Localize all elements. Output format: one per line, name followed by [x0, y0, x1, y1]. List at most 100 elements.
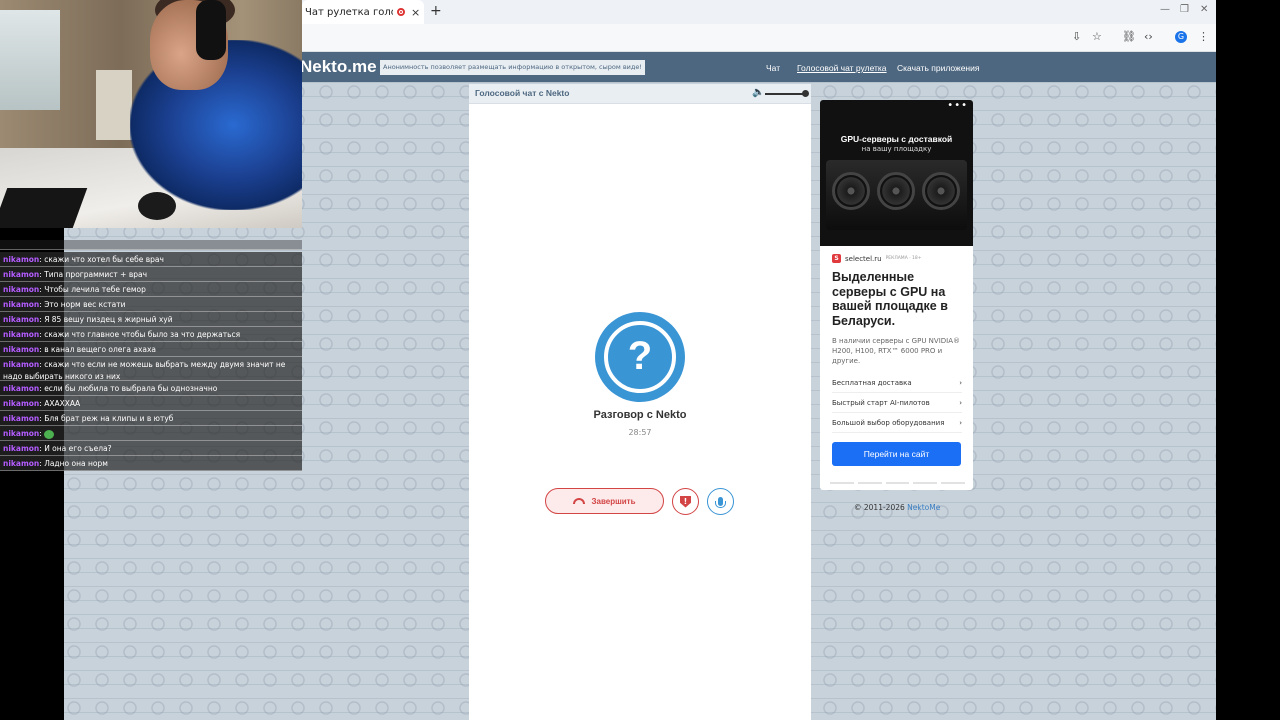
conversation-title: Разговор с Nekto: [593, 409, 687, 421]
shield-icon: !: [680, 495, 691, 508]
gpu-image: [826, 160, 967, 230]
copyright: © 2011-2026 NektoMe: [854, 503, 940, 512]
chat-text: : скажи что хотел бы себе врач: [39, 255, 164, 264]
ad-brand: S selectel.ru РЕКЛАМА · 18+: [832, 254, 922, 263]
chat-username: nikamon: [3, 330, 40, 339]
chat-message: nikamon: скажи что если не можешь выбрат…: [0, 357, 302, 381]
chat-message: nikamon: скажи что хотел бы себе врач: [0, 252, 302, 267]
chat-username: nikamon: [3, 255, 40, 264]
tab-title: Чат рулетка голосов: [305, 6, 393, 18]
ad-item[interactable]: Бесплатная доставка ›: [832, 379, 962, 393]
chat-message: nikamon: Ладно она норм: [0, 456, 302, 471]
chat-username: nikamon: [3, 459, 40, 468]
microphone-button[interactable]: [707, 488, 734, 515]
chat-message: [0, 240, 302, 250]
close-window-icon[interactable]: ✕: [1200, 4, 1208, 15]
volume-slider-handle[interactable]: [802, 90, 809, 97]
ad-menu-icon[interactable]: •••: [947, 100, 968, 111]
ad-item-label: Большой выбор оборудования: [832, 419, 945, 427]
chat-username: nikamon: [3, 444, 40, 453]
browser-tab[interactable]: Чат рулетка голосов ×: [302, 0, 424, 24]
end-call-button[interactable]: Завершить: [545, 488, 664, 514]
nav-download-apps[interactable]: Скачать приложения: [897, 63, 979, 73]
chat-username: nikamon: [3, 270, 40, 279]
copyright-link[interactable]: NektoMe: [907, 503, 940, 512]
chat-text: : Это норм вес кстати: [39, 300, 126, 309]
minimize-icon[interactable]: —: [1160, 4, 1170, 15]
chat-message: nikamon: Бля брат реж на клипы и в ютуб: [0, 411, 302, 426]
chat-text: : Бля брат реж на клипы и в ютуб: [39, 414, 174, 423]
maximize-icon[interactable]: ❐: [1180, 4, 1189, 15]
panel-title: Голосовой чат с Nekto: [475, 88, 570, 98]
chat-username: nikamon: [3, 285, 40, 294]
ad-title: Выделенные серверы с GPU на вашей площад…: [832, 270, 948, 328]
chat-message: nikamon: Чтобы лечила тебе гемор: [0, 282, 302, 297]
microphone-icon: [715, 497, 726, 508]
chat-username: nikamon: [3, 315, 40, 324]
selectel-logo-icon: S: [832, 254, 841, 263]
more-menu-icon[interactable]: ⋮: [1198, 30, 1209, 43]
copyright-text: © 2011-2026: [854, 503, 905, 512]
nav-chat[interactable]: Чат: [766, 63, 780, 73]
chat-username: nikamon: [3, 414, 40, 423]
recording-icon: [397, 8, 405, 16]
site-logo[interactable]: Nekto.me: [300, 57, 377, 77]
ad-carousel-indicator: [830, 482, 965, 484]
ad-item[interactable]: Большой выбор оборудования ›: [832, 419, 962, 433]
ad-label: РЕКЛАМА · 18+: [885, 256, 922, 261]
chat-message: nikamon: Я 85 вешу пиздец я жирный хуй: [0, 312, 302, 327]
chat-message: nikamon: скажи что главное чтобы было за…: [0, 327, 302, 342]
advertisement[interactable]: ••• GPU-серверы с доставкой на вашу площ…: [820, 100, 973, 490]
chat-username: nikamon: [3, 399, 40, 408]
ad-banner-image: ••• GPU-серверы с доставкой на вашу площ…: [820, 100, 973, 246]
chevron-right-icon: ›: [959, 399, 962, 407]
chat-message: nikamon: Типа программист + врач: [0, 267, 302, 282]
profile-avatar[interactable]: G: [1175, 31, 1187, 43]
voice-chat-panel: Голосовой чат с Nekto 🔈 ? Разговор с Nek…: [469, 84, 811, 720]
chevron-right-icon: ›: [959, 419, 962, 427]
hang-up-icon: [573, 498, 586, 504]
call-timer: 28:57: [628, 428, 652, 437]
chat-message: nikamon: в канал вещего олега ахаха: [0, 342, 302, 357]
ad-item-label: Бесплатная доставка: [832, 379, 912, 387]
chat-text: : скажи что если не можешь выбрать между…: [3, 360, 286, 381]
webcam-overlay: [0, 0, 302, 228]
tab-close-icon[interactable]: ×: [411, 6, 420, 19]
chat-message: nikamon:: [0, 426, 302, 441]
report-button[interactable]: !: [672, 488, 699, 515]
partner-avatar: ?: [595, 312, 685, 402]
ad-headline: GPU-серверы с доставкой: [840, 134, 953, 144]
question-mark-icon: ?: [604, 321, 676, 393]
chat-message: nikamon: И она его съела?: [0, 441, 302, 456]
chat-text: : Типа программист + врач: [39, 270, 148, 279]
chat-text: : в канал вещего олега ахаха: [39, 345, 157, 354]
panel-header: Голосовой чат с Nekto 🔈: [469, 84, 811, 104]
chat-username: nikamon: [3, 300, 40, 309]
bookmark-star-icon[interactable]: ☆: [1092, 30, 1102, 43]
volume-slider[interactable]: [765, 93, 807, 95]
ad-description: В наличии серверы с GPU NVIDIA® H200, H1…: [832, 337, 961, 365]
anonymity-notice: Анонимность позволяет размещать информац…: [380, 60, 645, 75]
volume-icon[interactable]: 🔈: [752, 87, 764, 98]
ad-subheadline: на вашу площадку: [861, 145, 932, 153]
screen: Чат рулетка голосов × + — ❐ ✕ ⇩ ☆ ⛓ ‹› ⋮…: [0, 0, 1280, 720]
ad-cta-button[interactable]: Перейти на сайт: [832, 442, 961, 466]
chat-text: : Чтобы лечила тебе гемор: [39, 285, 146, 294]
code-icon[interactable]: ‹›: [1144, 30, 1153, 43]
ad-item-label: Быстрый старт AI-пилотов: [832, 399, 930, 407]
chevron-right-icon: ›: [959, 379, 962, 387]
chat-text: : Ладно она норм: [39, 459, 108, 468]
chat-username: nikamon: [3, 429, 40, 438]
nav-voice-roulette[interactable]: Голосовой чат рулетка: [797, 63, 887, 73]
new-tab-button[interactable]: +: [430, 3, 442, 19]
link-icon[interactable]: ⛓: [1122, 30, 1136, 43]
end-call-label: Завершить: [591, 496, 636, 506]
chat-text: : скажи что главное чтобы было за что де…: [39, 330, 241, 339]
chat-text: : если бы любила то выбрала бы однозначн…: [39, 384, 218, 393]
ad-item[interactable]: Быстрый старт AI-пилотов ›: [832, 399, 962, 413]
chat-text: : АХАХХАА: [39, 399, 81, 408]
ad-brand-name: selectel.ru: [845, 254, 882, 263]
chat-message: nikamon: Это норм вес кстати: [0, 297, 302, 312]
chat-username: nikamon: [3, 345, 40, 354]
install-app-icon[interactable]: ⇩: [1072, 30, 1081, 43]
